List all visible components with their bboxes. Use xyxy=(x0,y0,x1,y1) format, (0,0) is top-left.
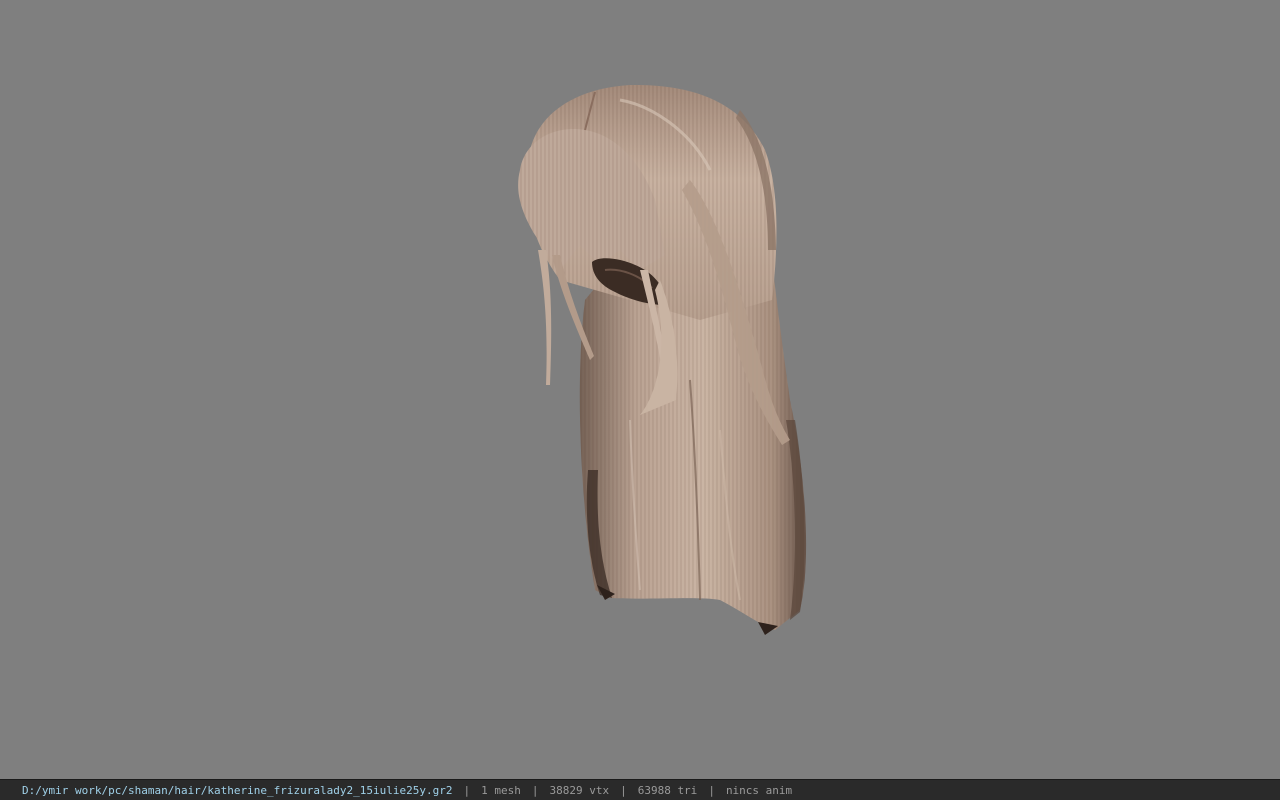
mesh-count-label: 1 mesh xyxy=(481,783,521,797)
status-separator: | xyxy=(531,783,539,797)
file-path-label: D:/ymir work/pc/shaman/hair/katherine_fr… xyxy=(22,783,453,797)
status-separator: | xyxy=(708,783,715,797)
3d-viewport[interactable] xyxy=(0,0,1280,779)
anim-status-label: nincs anim xyxy=(725,783,793,797)
status-separator: | xyxy=(620,783,627,797)
status-bar: D:/ymir work/pc/shaman/hair/katherine_fr… xyxy=(0,779,1280,800)
triangle-count-label: 63988 tri xyxy=(637,783,698,797)
hair-model-icon xyxy=(518,84,807,635)
status-separator: | xyxy=(463,783,471,797)
vertex-count-label: 38829 vtx xyxy=(549,783,610,797)
